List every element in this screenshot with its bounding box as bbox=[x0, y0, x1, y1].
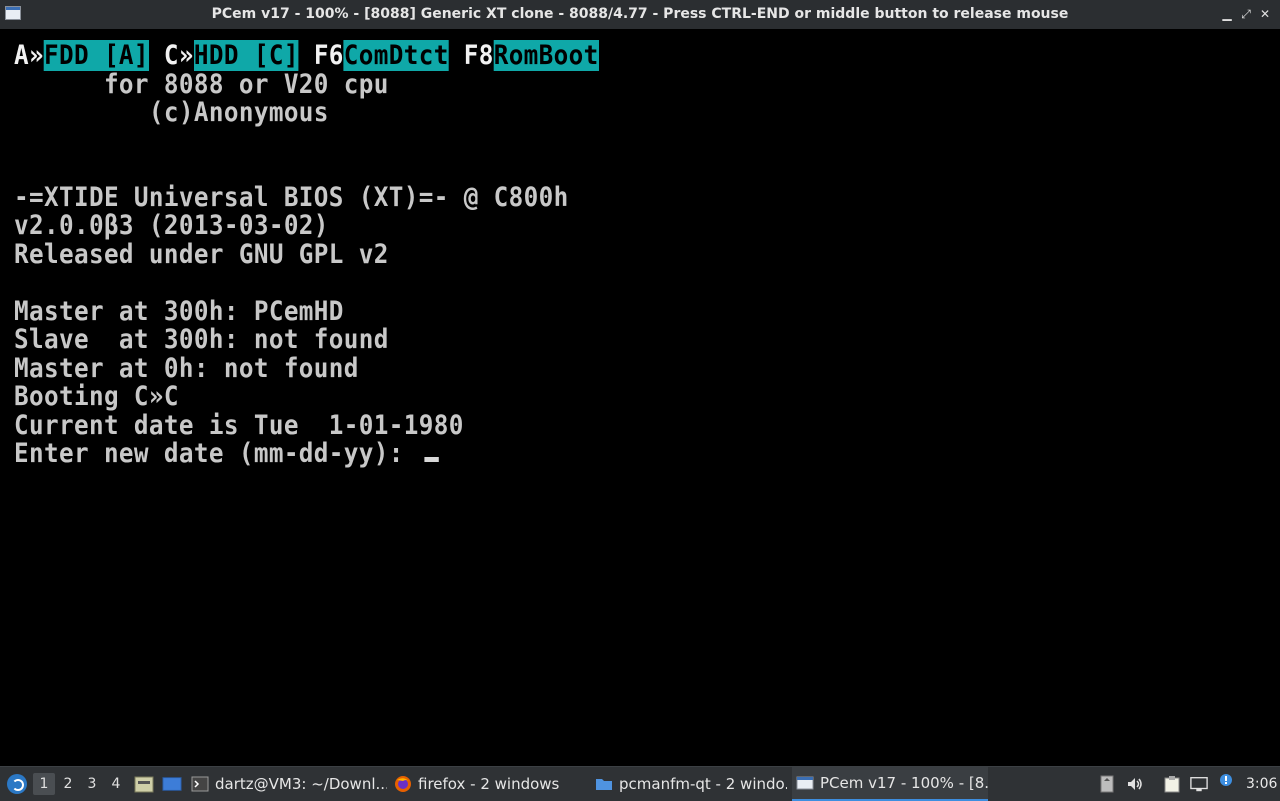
clipboard-icon[interactable] bbox=[1163, 775, 1181, 793]
task-terminal-label: dartz@VM3: ~/Downl... bbox=[215, 775, 387, 793]
desktop-3-button[interactable]: 3 bbox=[81, 773, 103, 795]
close-icon[interactable]: ✕ bbox=[1256, 5, 1274, 23]
show-desktop-icon[interactable] bbox=[162, 774, 182, 794]
emulator-screen[interactable]: A»FDD [A] C»HDD [C] F6ComDtct F8RomBoot … bbox=[0, 29, 1280, 766]
update-notification-icon[interactable] bbox=[1217, 772, 1235, 790]
task-pcmanfm[interactable]: pcmanfm-qt - 2 windo... bbox=[595, 767, 787, 801]
desktop-4-button[interactable]: 4 bbox=[105, 773, 127, 795]
desktop-2-button[interactable]: 2 bbox=[57, 773, 79, 795]
xtide-version-line: v2.0.0β3 (2013-03-02) bbox=[14, 210, 329, 241]
maximize-icon[interactable]: ⤢ bbox=[1237, 5, 1255, 23]
boot-option-fdd: FDD [A] bbox=[43, 40, 149, 71]
boot-key-c: C» bbox=[163, 40, 194, 71]
boot-option-hdd: HDD [C] bbox=[193, 40, 299, 71]
date-prompt-text: Enter new date (mm-dd-yy): bbox=[14, 438, 419, 469]
bios-line-cpu: for 8088 or V20 cpu bbox=[14, 69, 389, 100]
taskbar: 1 2 3 4 dartz@VM3: ~/Downl... firefox - … bbox=[0, 766, 1280, 801]
notes-tray-icon[interactable] bbox=[1098, 775, 1116, 793]
start-menu-icon[interactable] bbox=[5, 767, 29, 801]
boot-option-comdtct: ComDtct bbox=[343, 40, 449, 71]
booting-line: Booting C»C bbox=[14, 381, 179, 412]
boot-menu: A»FDD [A] C»HDD [C] F6ComDtct F8RomBoot bbox=[14, 40, 599, 71]
date-prompt-line[interactable]: Enter new date (mm-dd-yy): bbox=[14, 440, 439, 468]
minimize-icon[interactable]: ▁ bbox=[1218, 5, 1236, 23]
bios-line-copyright: (c)Anonymous bbox=[14, 97, 329, 128]
firefox-icon bbox=[395, 776, 411, 792]
task-firefox[interactable]: firefox - 2 windows bbox=[394, 767, 589, 801]
desktop-1-button[interactable]: 1 bbox=[33, 773, 55, 795]
network-icon[interactable] bbox=[1190, 775, 1208, 793]
task-firefox-label: firefox - 2 windows bbox=[418, 775, 560, 793]
boot-key-f8: F8 bbox=[463, 40, 494, 71]
xtide-title-line: -=XTIDE Universal BIOS (XT)=- @ C800h bbox=[14, 182, 569, 213]
task-terminal[interactable]: dartz@VM3: ~/Downl... bbox=[191, 767, 387, 801]
task-pcmanfm-label: pcmanfm-qt - 2 windo... bbox=[619, 775, 787, 793]
task-pcem-label: PCem v17 - 100% - [8... bbox=[820, 774, 988, 792]
drive-master-300h-line: Master at 300h: PCemHD bbox=[14, 296, 344, 327]
folder-icon bbox=[596, 779, 612, 790]
boot-key-f6: F6 bbox=[313, 40, 344, 71]
window-titlebar[interactable]: PCem v17 - 100% - [8088] Generic XT clon… bbox=[0, 0, 1280, 29]
boot-key-a: A» bbox=[14, 40, 44, 71]
xtide-license-line: Released under GNU GPL v2 bbox=[14, 239, 389, 270]
pcem-icon bbox=[796, 776, 814, 790]
drive-master-0h-line: Master at 0h: not found bbox=[14, 353, 359, 384]
task-pcem[interactable]: PCem v17 - 100% - [8... bbox=[792, 767, 988, 801]
boot-option-romboot: RomBoot bbox=[493, 40, 599, 71]
terminal-icon bbox=[191, 776, 209, 792]
window-title: PCem v17 - 100% - [8088] Generic XT clon… bbox=[211, 6, 1069, 22]
text-cursor bbox=[424, 457, 439, 462]
volume-icon[interactable] bbox=[1126, 775, 1144, 793]
file-manager-launcher-icon[interactable] bbox=[134, 774, 154, 794]
clock[interactable]: 3:06 bbox=[1246, 767, 1277, 801]
current-date-line: Current date is Tue 1-01-1980 bbox=[14, 410, 464, 441]
drive-slave-300h-line: Slave at 300h: not found bbox=[14, 324, 389, 355]
